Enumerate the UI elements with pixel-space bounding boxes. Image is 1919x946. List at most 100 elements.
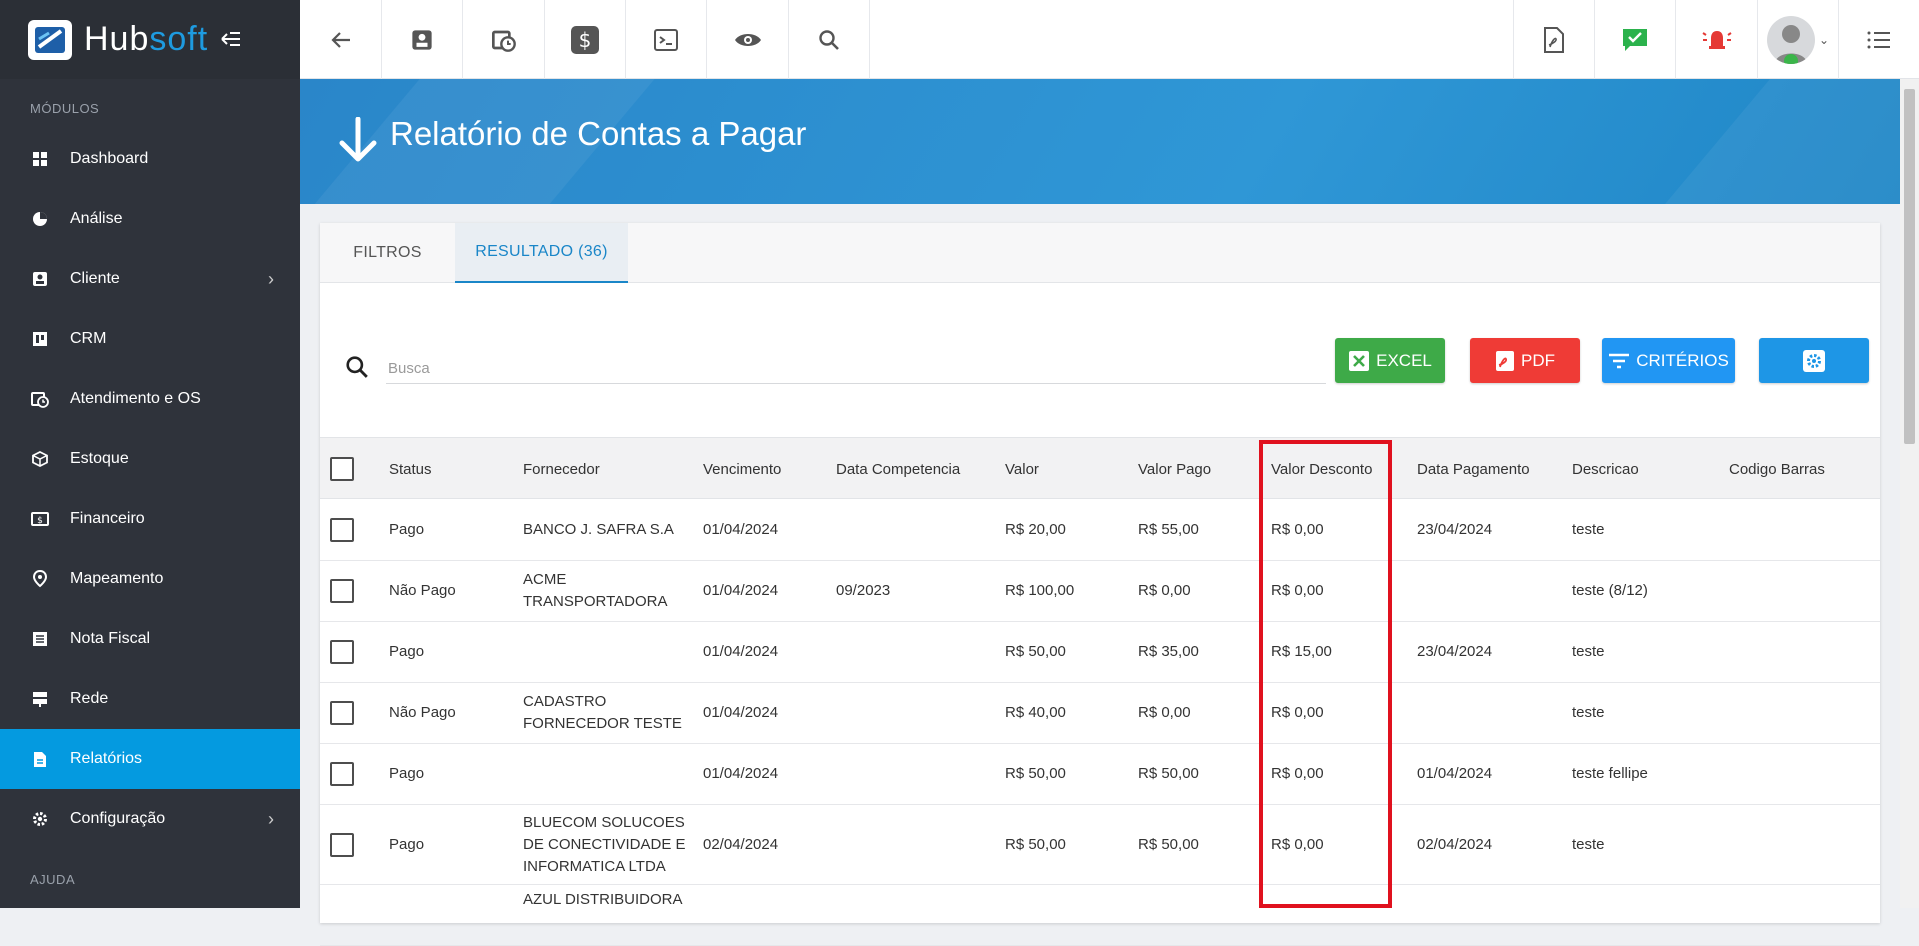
brand-name-part1: Hub (84, 20, 150, 58)
sidebar-item-analise[interactable]: Análise (0, 189, 300, 249)
sidebar-item-configuracao[interactable]: Configuração › (0, 789, 300, 849)
sidebar-item-nota-fiscal[interactable]: Nota Fiscal (0, 609, 300, 669)
column-header-value[interactable]: Valor (1005, 438, 1039, 500)
table-row[interactable]: Não Pago CADASTRO FORNECEDOR TESTE 01/04/2… (320, 683, 1880, 744)
collapse-menu-icon[interactable] (220, 24, 242, 55)
chat-button[interactable] (1594, 0, 1675, 79)
hubsoft-logo-icon[interactable] (28, 19, 72, 60)
column-header-payment-date[interactable]: Data Pagamento (1417, 438, 1530, 500)
criteria-button[interactable]: CRITÉRIOS (1602, 338, 1735, 383)
row-checkbox[interactable] (330, 832, 354, 857)
chevron-right-icon: › (268, 808, 274, 829)
terminal-icon (654, 28, 678, 51)
column-header-discount[interactable]: Valor Desconto (1271, 438, 1372, 500)
column-header-paid[interactable]: Valor Pago (1138, 438, 1211, 500)
cell-due: 01/04/2024 (703, 765, 779, 782)
cell-due: 01/04/2024 (703, 521, 779, 538)
sidebar-item-cliente[interactable]: Cliente › (0, 249, 300, 309)
search-button[interactable] (789, 0, 870, 79)
column-header-due[interactable]: Vencimento (703, 438, 781, 500)
row-checkbox-cell (330, 561, 354, 621)
column-header-status[interactable]: Status (389, 438, 432, 500)
sidebar-item-label: Nota Fiscal (70, 630, 151, 647)
report-card: FILTROS RESULTADO (36) EXCEL PDF CRITÉRI… (320, 223, 1880, 946)
sidebar-item-label: Cliente (70, 270, 120, 287)
column-header-barcode[interactable]: Codigo Barras (1729, 438, 1825, 500)
cell-discount: R$ 0,00 (1271, 521, 1324, 538)
sidebar-item-crm[interactable]: CRM (0, 309, 300, 369)
cell-description: teste (1572, 643, 1605, 660)
scrollbar-thumb[interactable] (1904, 89, 1915, 444)
contact-card-icon (30, 269, 50, 289)
export-pdf-button[interactable]: PDF (1470, 338, 1580, 383)
cell-supplier (523, 622, 693, 682)
view-button[interactable] (707, 0, 789, 79)
pdf-label: PDF (1521, 350, 1555, 370)
sidebar-item-rede[interactable]: Rede (0, 669, 300, 729)
clients-button[interactable] (382, 0, 463, 79)
service-orders-button[interactable] (463, 0, 545, 79)
cell-status: Pago (389, 643, 425, 660)
excel-label: EXCEL (1376, 350, 1432, 370)
table-row[interactable]: Pago 01/04/2024 R$ 50,00 R$ 35,00 R$ 15,00 23… (320, 622, 1880, 683)
table-row[interactable]: Pago 01/04/2024 R$ 50,00 R$ 50,00 R$ 0,00 01/… (320, 744, 1880, 805)
column-header-description[interactable]: Descricao (1572, 438, 1639, 500)
cell-discount: R$ 0,00 (1271, 704, 1324, 721)
list-menu-button[interactable] (1838, 0, 1919, 79)
search-input[interactable] (386, 353, 1326, 383)
pdf-icon (1544, 26, 1564, 53)
row-checkbox[interactable] (330, 518, 354, 542)
cell-value: R$ 20,00 (1005, 521, 1066, 538)
cell-paid: R$ 0,00 (1138, 582, 1191, 599)
cell-payment-date: 02/04/2024 (1417, 835, 1493, 853)
user-menu[interactable]: ⌄ (1757, 0, 1838, 79)
table-row[interactable]: Pago BANCO J. SAFRA S.A 01/04/2024 R$ 20,00… (320, 500, 1880, 561)
table-row[interactable]: AZUL DISTRIBUIDORA (320, 885, 1880, 946)
sidebar-item-estoque[interactable]: Estoque (0, 429, 300, 489)
cell-supplier: AZUL DISTRIBUIDORA (523, 891, 683, 908)
row-checkbox[interactable] (330, 701, 354, 725)
row-checkbox[interactable] (330, 762, 354, 786)
column-settings-button[interactable] (1759, 338, 1869, 383)
table-row[interactable]: Não Pago ACME TRANSPORTADORA 01/04/2024 09/… (320, 561, 1880, 622)
back-button[interactable] (300, 0, 382, 79)
sidebar-item-label: Atendimento e OS (70, 390, 201, 407)
select-all-checkbox[interactable] (330, 457, 354, 481)
brand-name-part2: soft (149, 20, 209, 58)
pdf-icon (1495, 350, 1515, 372)
sidebar-item-label: Mapeamento (70, 570, 164, 587)
sidebar-item-atendimento[interactable]: Atendimento e OS (0, 369, 300, 429)
row-checkbox[interactable] (330, 579, 354, 603)
money-icon: $ (30, 509, 50, 529)
page-scrollbar[interactable] (1900, 79, 1919, 908)
terminal-button[interactable] (626, 0, 707, 79)
sidebar-item-relatorios[interactable]: Relatórios (0, 729, 300, 789)
export-excel-button[interactable]: EXCEL (1335, 338, 1445, 383)
banner-decoration (1572, 79, 1900, 204)
pdf-button[interactable] (1513, 0, 1594, 79)
topbar: $ ⌄ (300, 0, 1919, 79)
table-row[interactable]: Pago BLUECOM SOLUCOES DE CONECTIVIDADE E … (320, 805, 1880, 885)
cell-discount: R$ 0,00 (1271, 765, 1324, 782)
settings-gear-icon (1802, 349, 1826, 373)
cell-paid: R$ 55,00 (1138, 521, 1199, 538)
cell-value: R$ 50,00 (1005, 643, 1066, 660)
sidebar-item-financeiro[interactable]: $ Financeiro (0, 489, 300, 549)
sidebar-item-dashboard[interactable]: Dashboard (0, 129, 300, 189)
help-section-label: AJUDA (30, 872, 76, 887)
cell-paid: R$ 35,00 (1138, 643, 1199, 660)
alarm-button[interactable] (1675, 0, 1757, 79)
row-checkbox[interactable] (330, 640, 354, 664)
cell-description: teste (1572, 704, 1605, 721)
cell-due: 01/04/2024 (703, 582, 779, 599)
cell-supplier: BANCO J. SAFRA S.A (523, 521, 674, 538)
column-header-supplier[interactable]: Fornecedor (523, 438, 600, 500)
finance-button[interactable]: $ (545, 0, 626, 79)
cell-status: Não Pago (389, 704, 456, 721)
contact-card-icon (412, 29, 432, 50)
tab-filters[interactable]: FILTROS (320, 223, 455, 283)
tab-result[interactable]: RESULTADO (36) (455, 223, 628, 283)
sidebar-item-mapeamento[interactable]: Mapeamento (0, 549, 300, 609)
column-header-competence[interactable]: Data Competencia (836, 438, 960, 500)
cell-payment-date: 23/04/2024 (1417, 521, 1493, 538)
